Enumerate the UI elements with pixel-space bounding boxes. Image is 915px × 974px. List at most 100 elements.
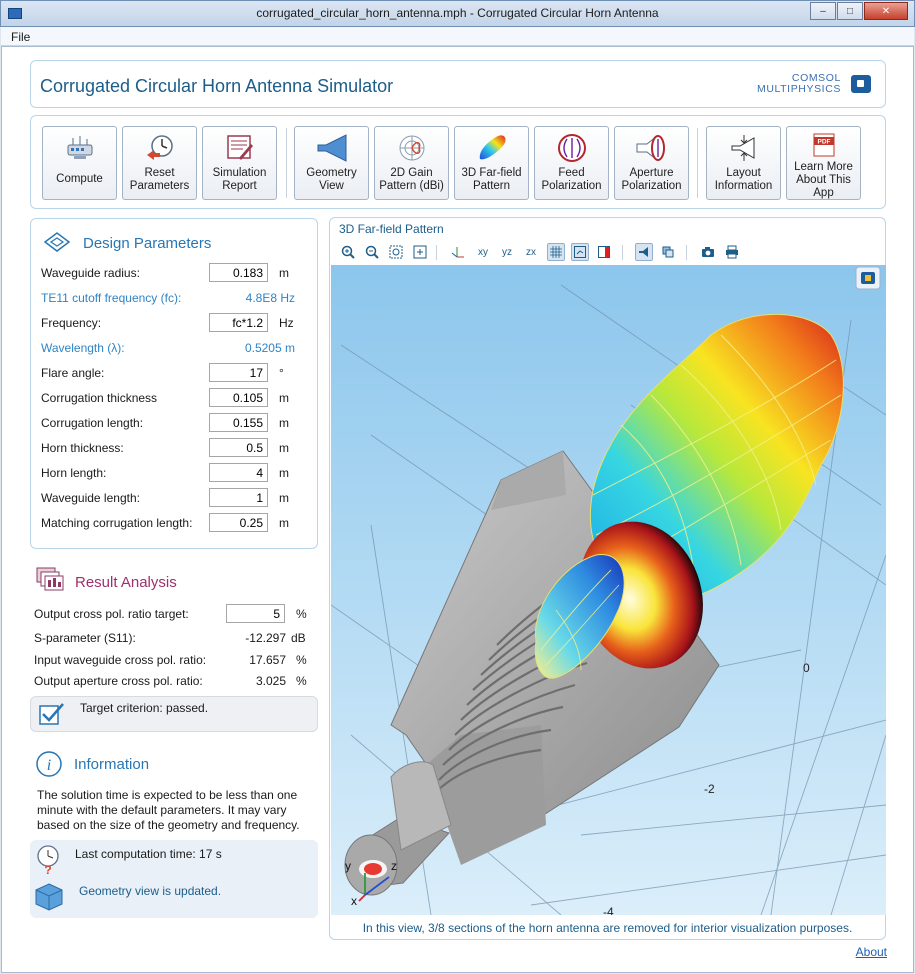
- layout-information-button[interactable]: Layout Information: [706, 126, 781, 200]
- learn-more-button[interactable]: PDF Learn More About This App: [786, 126, 861, 200]
- param-wavelength: Wavelength (λ): 0.5205 m: [41, 341, 295, 355]
- output-cross-pol-row: Output aperture cross pol. ratio: 3.025 …: [34, 674, 307, 688]
- svg-text:z: z: [391, 859, 397, 873]
- horn-length-input[interactable]: [209, 463, 268, 482]
- comsol-mark-icon: [851, 75, 871, 93]
- polar-plot-icon: [395, 134, 429, 162]
- param-horn-thickness: Horn thickness: m: [41, 438, 311, 458]
- legend-icon[interactable]: [595, 243, 613, 261]
- information-text: The solution time is expected to be less…: [37, 788, 300, 832]
- zoom-box-icon[interactable]: [387, 243, 405, 261]
- zx-view-icon[interactable]: zx: [522, 243, 540, 261]
- transparency-icon[interactable]: [659, 243, 677, 261]
- param-waveguide-length: Waveguide length: m: [41, 488, 311, 508]
- graphics-canvas[interactable]: 0 -2 -4 y z x: [331, 265, 886, 915]
- aperture-polarization-icon: [635, 134, 669, 162]
- farfield-lobe-icon: [475, 134, 509, 162]
- farfield-3d-button[interactable]: 3D Far-field Pattern: [454, 126, 529, 200]
- clock-question-icon: ?: [35, 844, 63, 879]
- param-flare-angle: Flare angle: °: [41, 363, 311, 383]
- compute-button[interactable]: Compute: [42, 126, 117, 200]
- info-icon: i: [35, 750, 65, 783]
- xy-view-icon[interactable]: xy: [474, 243, 492, 261]
- comsol-logo: COMSOL MULTIPHYSICS: [749, 71, 871, 97]
- waveguide-radius-input[interactable]: [209, 263, 268, 282]
- param-cutoff-frequency: TE11 cutoff frequency (fc): 4.8E8 Hz: [41, 291, 295, 305]
- app-header: Corrugated Circular Horn Antenna Simulat…: [30, 60, 886, 108]
- design-parameters-title: Design Parameters: [83, 235, 212, 252]
- ribbon-toolbar: Compute Reset Parameters Simulation Repo…: [30, 115, 886, 209]
- last-computation-time: Last computation time: 17 s: [75, 847, 222, 861]
- svg-text:y: y: [345, 859, 351, 873]
- reset-parameters-button[interactable]: Reset Parameters: [122, 126, 197, 200]
- maximize-button[interactable]: □: [837, 2, 863, 20]
- feed-polarization-button[interactable]: Feed Polarization: [534, 126, 609, 200]
- frequency-input[interactable]: [209, 313, 268, 332]
- axis-icon[interactable]: [449, 243, 467, 261]
- svg-text:-2: -2: [704, 782, 715, 796]
- result-analysis-title: Result Analysis: [75, 574, 177, 591]
- window-controls: – □ ✕: [809, 2, 908, 20]
- param-corrugation-thickness: Corrugation thickness m: [41, 388, 311, 408]
- svg-text:i: i: [47, 757, 51, 774]
- svg-text:x: x: [351, 894, 357, 908]
- cross-pol-target-row: Output cross pol. ratio target: %: [34, 604, 314, 624]
- window-titlebar: corrugated_circular_horn_antenna.mph - C…: [0, 0, 915, 27]
- print-icon[interactable]: [723, 243, 741, 261]
- s-parameter-row: S-parameter (S11): -12.297 dB: [34, 631, 306, 645]
- viewport-logo-icon: [855, 266, 881, 290]
- gain-pattern-2d-button[interactable]: 2D Gain Pattern (dBi): [374, 126, 449, 200]
- matching-corrugation-length-input[interactable]: [209, 513, 268, 532]
- corrugation-thickness-input[interactable]: [209, 388, 268, 407]
- minimize-button[interactable]: –: [810, 2, 836, 20]
- toolbar-separator: [697, 128, 698, 198]
- result-analysis-icon: [35, 566, 65, 597]
- report-icon: [223, 134, 257, 162]
- graphics-title: 3D Far-field Pattern: [339, 222, 444, 236]
- zoom-extents-icon[interactable]: [411, 243, 429, 261]
- zoom-in-icon[interactable]: [339, 243, 357, 261]
- param-matching-corrugation-length: Matching corrugation length: m: [41, 513, 311, 533]
- aperture-polarization-button[interactable]: Aperture Polarization: [614, 126, 689, 200]
- camera-icon[interactable]: [699, 243, 717, 261]
- about-link[interactable]: About: [856, 945, 887, 959]
- pdf-document-icon: PDF: [807, 131, 841, 159]
- yz-view-icon[interactable]: yz: [498, 243, 516, 261]
- cube-icon: [34, 882, 64, 915]
- svg-text:-4: -4: [603, 905, 614, 915]
- zoom-out-icon[interactable]: [363, 243, 381, 261]
- feed-polarization-icon: [555, 134, 589, 162]
- corrugation-length-input[interactable]: [209, 413, 268, 432]
- svg-text:PDF: PDF: [817, 139, 830, 146]
- geometry-view-button[interactable]: Geometry View: [294, 126, 369, 200]
- horn-thickness-input[interactable]: [209, 438, 268, 457]
- reset-clock-icon: [143, 134, 177, 162]
- menubar: File: [1, 27, 914, 46]
- checkbox-checked-icon: [39, 702, 65, 729]
- axes-toggle-icon[interactable]: [571, 243, 589, 261]
- svg-text:?: ?: [44, 863, 51, 876]
- design-cube-icon: [41, 229, 73, 258]
- window-title: corrugated_circular_horn_antenna.mph - C…: [256, 6, 659, 20]
- view-caption: In this view, 3/8 sections of the horn a…: [362, 921, 853, 935]
- information-title: Information: [74, 756, 150, 773]
- horn-geometry-icon: [315, 134, 349, 162]
- compute-icon: [63, 134, 97, 162]
- criterion-box: Target criterion: passed.: [30, 696, 318, 732]
- design-parameters-panel: Design Parameters Waveguide radius: m TE…: [30, 218, 318, 549]
- menu-file[interactable]: File: [11, 30, 30, 44]
- layout-dimension-icon: [727, 134, 761, 162]
- close-button[interactable]: ✕: [864, 2, 908, 20]
- toolbar-separator: [286, 128, 287, 198]
- farfield-scene: 0 -2 -4 y z x: [331, 266, 886, 915]
- app-title: Corrugated Circular Horn Antenna Simulat…: [40, 76, 394, 96]
- cross-pol-target-input[interactable]: [226, 604, 285, 623]
- param-horn-length: Horn length: m: [41, 463, 311, 483]
- render-icon[interactable]: [635, 243, 653, 261]
- status-box: ? Last computation time: 17 s Geometry v…: [30, 840, 318, 918]
- svg-text:0: 0: [803, 661, 810, 675]
- waveguide-length-input[interactable]: [209, 488, 268, 507]
- simulation-report-button[interactable]: Simulation Report: [202, 126, 277, 200]
- grid-icon[interactable]: [547, 243, 565, 261]
- flare-angle-input[interactable]: [209, 363, 268, 382]
